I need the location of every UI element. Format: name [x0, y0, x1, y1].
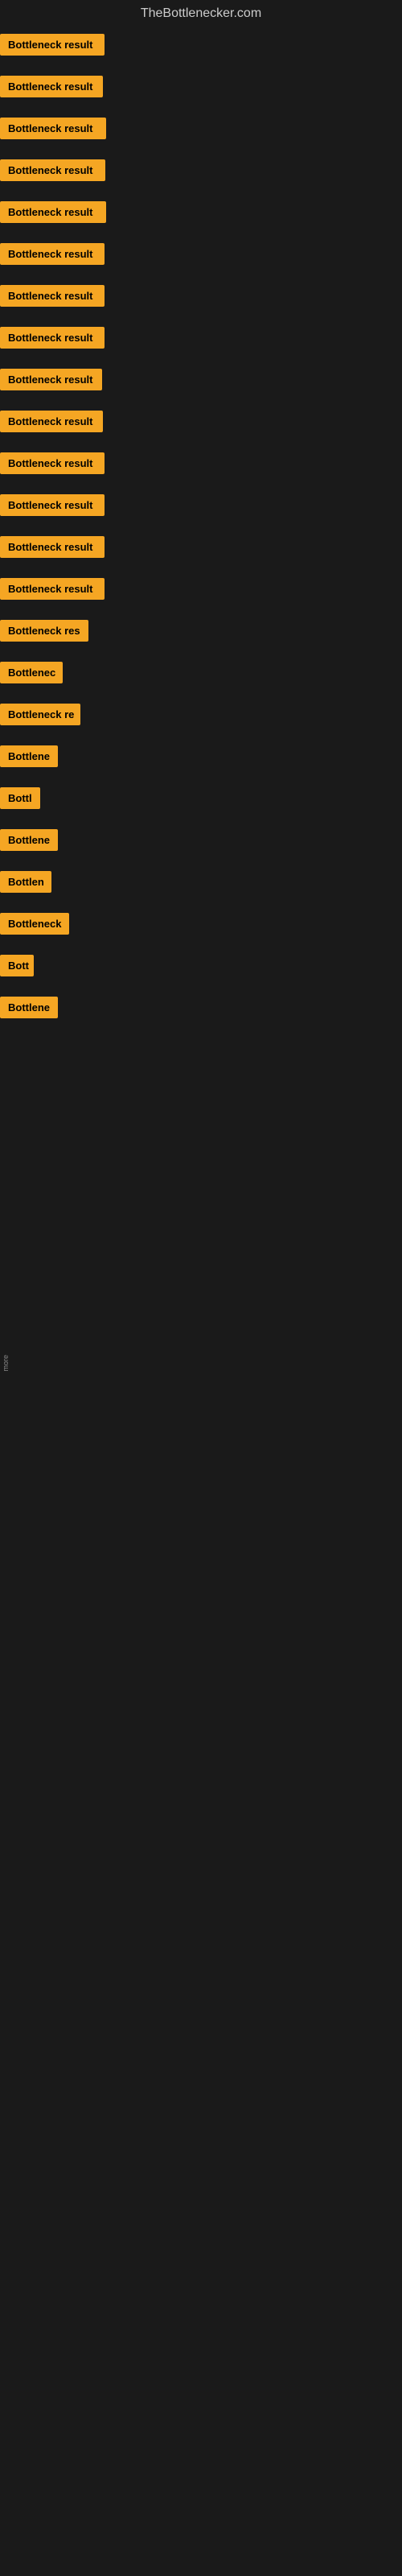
bottleneck-badge-21[interactable]: Bottleneck	[0, 913, 69, 935]
bottleneck-badge-5[interactable]: Bottleneck result	[0, 243, 105, 265]
bottleneck-row-0: Bottleneck result	[0, 29, 402, 71]
bottleneck-badge-8[interactable]: Bottleneck result	[0, 369, 102, 390]
bottleneck-badge-15[interactable]: Bottlenec	[0, 662, 63, 683]
bottleneck-badge-2[interactable]: Bottleneck result	[0, 118, 106, 139]
bottleneck-badge-6[interactable]: Bottleneck result	[0, 285, 105, 307]
site-title: TheBottlenecker.com	[0, 0, 402, 29]
bottleneck-badge-3[interactable]: Bottleneck result	[0, 159, 105, 181]
bottleneck-badge-13[interactable]: Bottleneck result	[0, 578, 105, 600]
bottleneck-badge-17[interactable]: Bottlene	[0, 745, 58, 767]
bottleneck-badge-20[interactable]: Bottlen	[0, 871, 51, 893]
axis-label: more	[2, 1355, 10, 1372]
bottleneck-badge-12[interactable]: Bottleneck result	[0, 536, 105, 558]
bottleneck-badge-4[interactable]: Bottleneck result	[0, 201, 106, 223]
bottleneck-row-18: Bottl	[0, 782, 402, 824]
bottleneck-badge-14[interactable]: Bottleneck res	[0, 620, 88, 642]
bottleneck-badge-0[interactable]: Bottleneck result	[0, 34, 105, 56]
bottleneck-row-7: Bottleneck result	[0, 322, 402, 364]
bottleneck-row-13: Bottleneck result	[0, 573, 402, 615]
bottleneck-badge-19[interactable]: Bottlene	[0, 829, 58, 851]
bottleneck-badge-22[interactable]: Bott	[0, 955, 34, 976]
bottleneck-row-22: Bott	[0, 950, 402, 992]
bottleneck-row-4: Bottleneck result	[0, 196, 402, 238]
bottleneck-row-16: Bottleneck re	[0, 699, 402, 741]
bottleneck-row-6: Bottleneck result	[0, 280, 402, 322]
bottleneck-row-11: Bottleneck result	[0, 489, 402, 531]
bottleneck-badge-11[interactable]: Bottleneck result	[0, 494, 105, 516]
bottleneck-row-9: Bottleneck result	[0, 406, 402, 448]
bottleneck-badge-10[interactable]: Bottleneck result	[0, 452, 105, 474]
bottleneck-row-12: Bottleneck result	[0, 531, 402, 573]
bottleneck-row-8: Bottleneck result	[0, 364, 402, 406]
bottleneck-row-17: Bottlene	[0, 741, 402, 782]
bottleneck-row-10: Bottleneck result	[0, 448, 402, 489]
bottleneck-row-21: Bottleneck	[0, 908, 402, 950]
bottleneck-row-15: Bottlenec	[0, 657, 402, 699]
bottleneck-badge-23[interactable]: Bottlene	[0, 997, 58, 1018]
bottleneck-badge-16[interactable]: Bottleneck re	[0, 704, 80, 725]
bottleneck-row-14: Bottleneck res	[0, 615, 402, 657]
bottleneck-row-3: Bottleneck result	[0, 155, 402, 196]
bottleneck-row-23: Bottlene	[0, 992, 402, 1034]
bottleneck-row-1: Bottleneck result	[0, 71, 402, 113]
bottleneck-row-19: Bottlene	[0, 824, 402, 866]
bottleneck-row-2: Bottleneck result	[0, 113, 402, 155]
bottleneck-badge-18[interactable]: Bottl	[0, 787, 40, 809]
bottleneck-row-20: Bottlen	[0, 866, 402, 908]
bottleneck-badge-7[interactable]: Bottleneck result	[0, 327, 105, 349]
bottleneck-badge-9[interactable]: Bottleneck result	[0, 411, 103, 432]
bottleneck-row-5: Bottleneck result	[0, 238, 402, 280]
bottleneck-badge-1[interactable]: Bottleneck result	[0, 76, 103, 97]
